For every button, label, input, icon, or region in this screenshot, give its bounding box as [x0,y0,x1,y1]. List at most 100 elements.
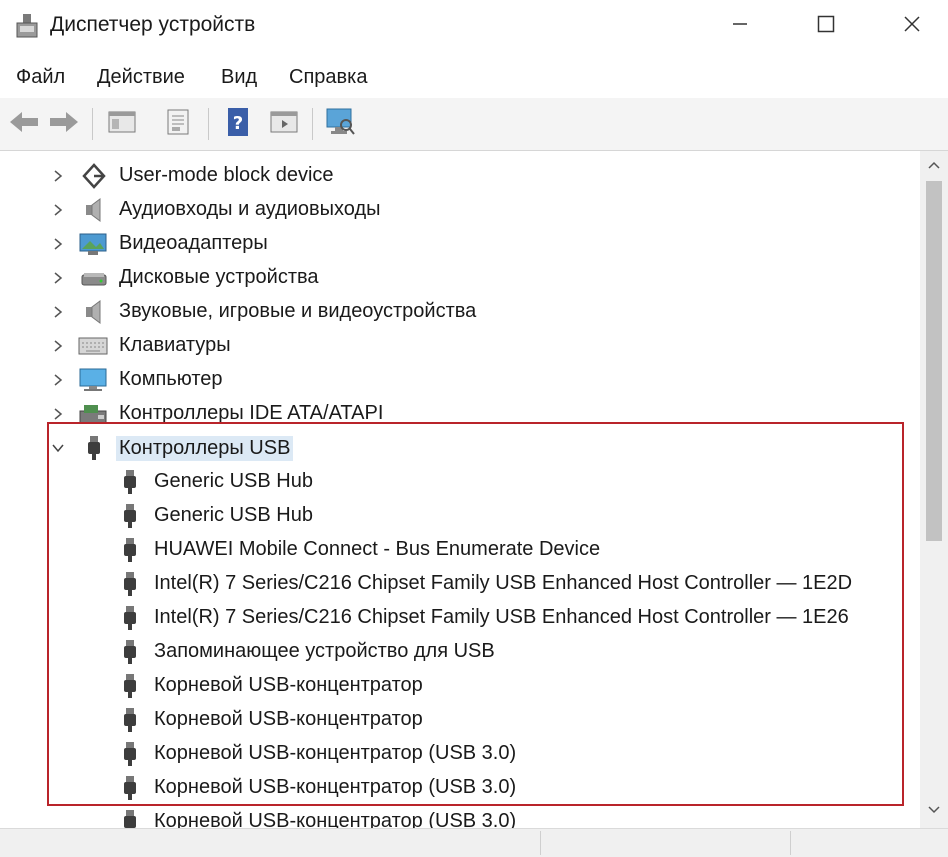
usb-device-item[interactable]: Intel(R) 7 Series/C216 Chipset Family US… [0,567,920,601]
menu-view[interactable]: Вид [221,66,257,89]
ide-controller-icon [78,401,107,427]
usb-device-item[interactable]: Generic USB Hub [0,465,920,499]
device-manager-icon [14,12,40,40]
usb-device-item[interactable]: Generic USB Hub [0,499,920,533]
usb-icon [116,775,144,801]
title-bar: Диспетчер устройств [0,0,948,56]
disk-drive-icon [80,265,108,291]
chevron-right-icon[interactable] [50,372,66,388]
device-label: Generic USB Hub [154,470,313,492]
display-adapter-icon [78,231,107,257]
back-button[interactable] [6,106,42,142]
action-view-button[interactable] [266,106,302,142]
speaker-icon [80,197,108,223]
usb-device-item[interactable]: Запоминающее устройство для USB [0,635,920,669]
properties-button[interactable] [160,106,196,142]
scrollbar-thumb[interactable] [926,181,942,541]
maximize-button[interactable] [806,8,846,44]
chevron-right-icon[interactable] [50,406,66,422]
close-button[interactable] [892,8,932,44]
scan-hardware-button[interactable] [322,106,358,142]
scan-hardware-icon [324,107,356,142]
scroll-down-icon[interactable] [927,802,941,820]
tree-category[interactable]: Видеоадаптеры [0,227,920,261]
tree-category[interactable]: Звуковые, игровые и видеоустройства [0,295,920,329]
usb-device-item[interactable]: Intel(R) 7 Series/C216 Chipset Family US… [0,601,920,635]
properties-icon [163,108,193,141]
usb-device-item[interactable]: Корневой USB-концентратор [0,703,920,737]
help-icon: ? [224,107,252,142]
usb-icon [80,435,108,461]
status-bar [0,828,948,857]
usb-device-item[interactable]: Корневой USB-концентратор (USB 3.0) [0,737,920,771]
device-label: Корневой USB-концентратор (USB 3.0) [154,742,517,764]
device-label: Корневой USB-концентратор (USB 3.0) [154,810,517,828]
usb-icon [116,707,144,733]
category-label: Дисковые устройства [119,266,319,288]
tree-category[interactable]: Компьютер [0,363,920,397]
usb-icon [116,503,144,529]
toolbar-separator [312,108,313,140]
toolbar: ? [0,98,948,151]
device-label: Запоминающее устройство для USB [154,640,495,662]
device-label: HUAWEI Mobile Connect - Bus Enumerate De… [154,538,601,560]
menu-help[interactable]: Справка [289,66,367,89]
usb-icon [116,537,144,563]
toolbar-separator [92,108,93,140]
device-tree[interactable]: User-mode block device Аудиовходы и ауди… [0,151,920,828]
category-label: User-mode block device [119,164,334,186]
block-device-icon [80,163,108,189]
chevron-right-icon[interactable] [50,202,66,218]
tree-category[interactable]: Клавиатуры [0,329,920,363]
usb-icon [116,741,144,767]
chevron-right-icon[interactable] [50,236,66,252]
vertical-scrollbar[interactable] [920,151,948,828]
category-label: Контроллеры IDE ATA/ATAPI [119,402,384,424]
chevron-right-icon[interactable] [50,270,66,286]
usb-icon [116,605,144,631]
category-label: Клавиатуры [119,334,231,356]
device-label: Intel(R) 7 Series/C216 Chipset Family US… [154,606,849,628]
close-icon [903,15,921,38]
minimize-button[interactable] [720,8,760,44]
menu-action[interactable]: Действие [97,66,185,89]
device-label: Корневой USB-концентратор [154,708,423,730]
tree-category[interactable]: Контроллеры IDE ATA/ATAPI [0,397,920,431]
toolbar-separator [208,108,209,140]
forward-arrow-icon [48,110,80,139]
usb-device-item[interactable]: Корневой USB-концентратор (USB 3.0) [0,771,920,805]
device-label: Корневой USB-концентратор [154,674,423,696]
chevron-right-icon[interactable] [50,304,66,320]
show-hide-tree-button[interactable] [104,106,140,142]
window-title: Диспетчер устройств [50,13,256,36]
status-segment [0,831,541,855]
usb-icon [116,571,144,597]
forward-button[interactable] [46,106,82,142]
svg-text:?: ? [233,113,243,134]
menu-file[interactable]: Файл [16,66,65,89]
help-button[interactable]: ? [220,106,256,142]
device-label: Generic USB Hub [154,504,313,526]
category-label: Контроллеры USB [116,436,294,461]
tree-category-usb-expanded[interactable]: Контроллеры USB [0,431,920,465]
device-label: Корневой USB-концентратор (USB 3.0) [154,776,517,798]
chevron-right-icon[interactable] [50,168,66,184]
tree-category[interactable]: User-mode block device [0,159,920,193]
category-label: Компьютер [119,368,223,390]
scroll-up-icon[interactable] [927,157,941,175]
usb-device-item[interactable]: Корневой USB-концентратор (USB 3.0) [0,805,920,828]
show-hide-tree-icon [107,109,137,140]
tree-category[interactable]: Дисковые устройства [0,261,920,295]
back-arrow-icon [8,110,40,139]
maximize-icon [817,15,835,38]
usb-icon [116,469,144,495]
chevron-right-icon[interactable] [50,338,66,354]
chevron-down-icon[interactable] [50,440,66,456]
tree-category[interactable]: Аудиовходы и аудиовыходы [0,193,920,227]
menu-bar: Файл Действие Вид Справка [0,56,948,99]
usb-icon [116,639,144,665]
usb-device-item[interactable]: HUAWEI Mobile Connect - Bus Enumerate De… [0,533,920,567]
category-label: Аудиовходы и аудиовыходы [119,198,381,220]
usb-device-item[interactable]: Корневой USB-концентратор [0,669,920,703]
category-label: Звуковые, игровые и видеоустройства [119,300,477,322]
